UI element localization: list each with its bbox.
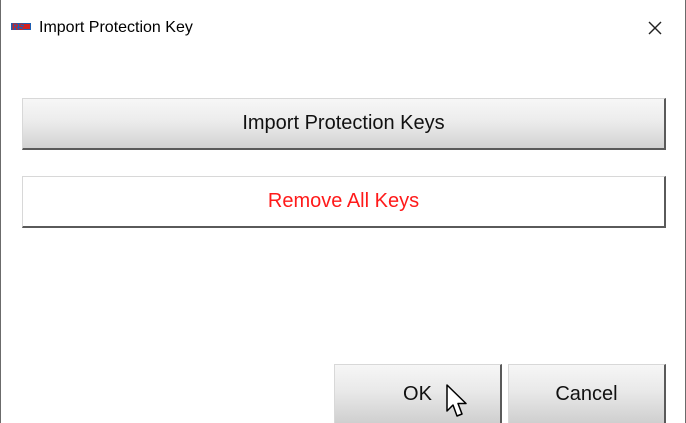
ok-button[interactable]: OK <box>334 364 502 423</box>
title-bar[interactable]: RS Import Protection Key <box>1 0 685 56</box>
dialog-content: Import Protection Keys Remove All Keys O… <box>1 56 685 423</box>
rs-logo-icon: RS <box>11 20 31 33</box>
svg-text:RS: RS <box>12 22 25 32</box>
cancel-label: Cancel <box>555 382 618 405</box>
import-protection-keys-label: Import Protection Keys <box>242 112 445 134</box>
cancel-button[interactable]: Cancel <box>508 364 666 423</box>
close-icon <box>648 21 662 35</box>
window-title: Import Protection Key <box>39 19 193 36</box>
import-protection-key-dialog: RS Import Protection Key Import Protecti… <box>0 0 686 423</box>
close-button[interactable] <box>625 0 685 56</box>
remove-all-keys-button[interactable]: Remove All Keys <box>22 176 666 228</box>
import-protection-keys-button[interactable]: Import Protection Keys <box>22 98 666 150</box>
ok-label: OK <box>403 382 432 405</box>
remove-all-keys-label: Remove All Keys <box>267 190 420 212</box>
